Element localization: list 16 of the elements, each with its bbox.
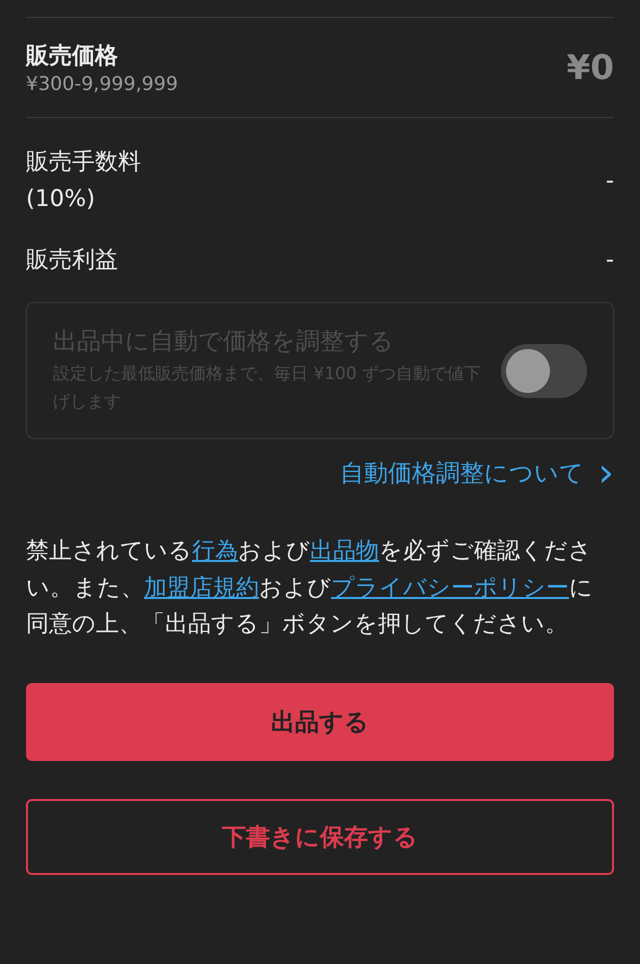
list-item-button[interactable]: 出品する bbox=[26, 683, 614, 762]
save-draft-button[interactable]: 下書きに保存する bbox=[26, 799, 614, 876]
fee-value: - bbox=[606, 168, 614, 194]
price-label: 販売価格 bbox=[26, 42, 119, 71]
profit-label: 販売利益 bbox=[26, 246, 118, 275]
notice-link[interactable]: 加盟店規約 bbox=[144, 574, 259, 601]
auto-adjust-info-link[interactable]: 自動価格調整について bbox=[340, 456, 584, 489]
notice-link[interactable]: 行為 bbox=[192, 538, 238, 564]
notice-text: 禁止されている行為および出品物を必ずご確認ください。また、加盟店規約およびプライバシーポリシーに同意の上、「出品する」ボタンを押してください。 bbox=[26, 536, 594, 640]
profit-value: - bbox=[606, 246, 614, 273]
price-range-text: ¥300-9,999,999 bbox=[26, 73, 178, 95]
notice-link[interactable]: プライバシーポリシー bbox=[331, 574, 569, 601]
chevron-right-icon: › bbox=[598, 452, 614, 493]
notice-link[interactable]: 出品物 bbox=[310, 538, 379, 564]
price-value: ¥0 bbox=[566, 48, 614, 88]
fee-label: 販売手数料 (10%) bbox=[26, 148, 141, 214]
